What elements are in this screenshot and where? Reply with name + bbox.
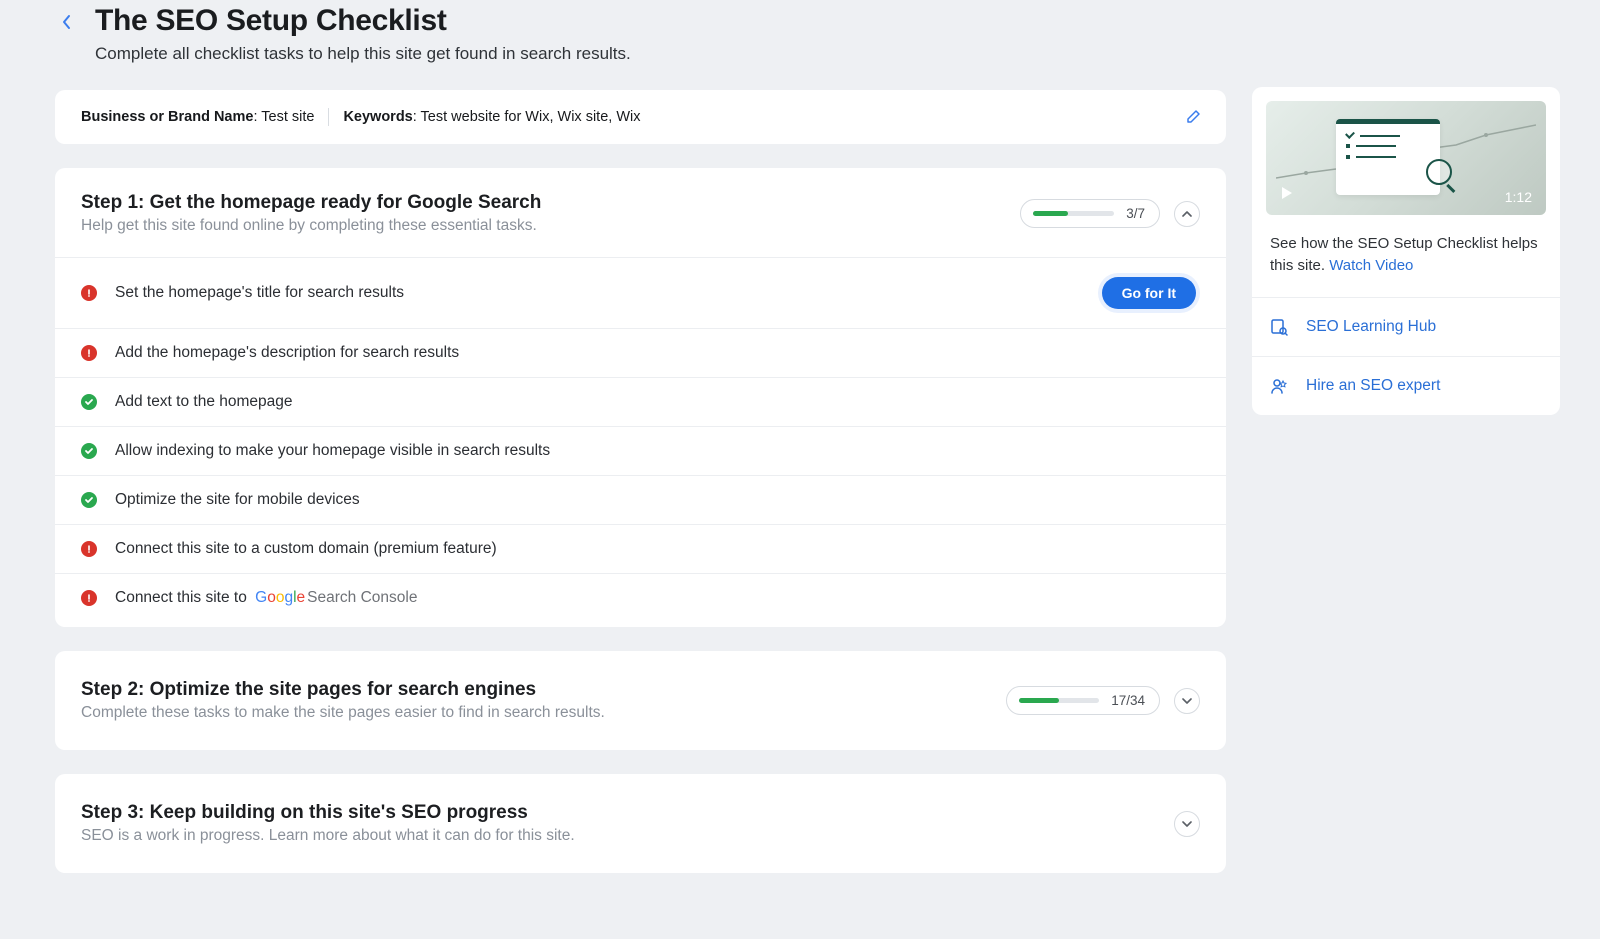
task-row[interactable]: Connect this site to a custom domain (pr… xyxy=(55,524,1226,573)
video-description: See how the SEO Setup Checklist helps th… xyxy=(1252,229,1560,297)
step-3-card: Step 3: Keep building on this site's SEO… xyxy=(55,774,1226,873)
step-3-header[interactable]: Step 3: Keep building on this site's SEO… xyxy=(55,774,1226,873)
meta-divider xyxy=(328,108,329,126)
site-meta-card: Business or Brand Name: Test site Keywor… xyxy=(55,90,1226,144)
task-label: Optimize the site for mobile devices xyxy=(115,491,1200,509)
business-name-label: Business or Brand Name xyxy=(81,109,253,125)
business-name: Business or Brand Name: Test site xyxy=(81,109,314,125)
chevron-left-icon xyxy=(61,14,73,30)
seo-learning-hub-link[interactable]: SEO Learning Hub xyxy=(1252,297,1560,356)
step-1-card: Step 1: Get the homepage ready for Googl… xyxy=(55,168,1226,627)
step-3-title: Step 3: Keep building on this site's SEO… xyxy=(81,802,575,824)
task-row[interactable]: Add the homepage's description for searc… xyxy=(55,328,1226,377)
video-thumbnail[interactable]: 1:12 xyxy=(1266,101,1546,215)
step-1-subtitle: Help get this site found online by compl… xyxy=(81,217,541,235)
task-row[interactable]: Add text to the homepage xyxy=(55,377,1226,426)
side-link-label: Hire an SEO expert xyxy=(1306,377,1440,395)
business-name-value: Test site xyxy=(261,109,314,125)
step-2-subtitle: Complete these tasks to make the site pa… xyxy=(81,704,605,722)
task-label: Add text to the homepage xyxy=(115,393,1200,411)
keywords: Keywords: Test website for Wix, Wix site… xyxy=(343,109,640,125)
back-button[interactable] xyxy=(55,10,79,34)
step-2-card: Step 2: Optimize the site pages for sear… xyxy=(55,651,1226,750)
step-1-header[interactable]: Step 1: Get the homepage ready for Googl… xyxy=(55,168,1226,257)
alert-icon xyxy=(81,541,97,557)
alert-icon xyxy=(81,590,97,606)
expert-icon xyxy=(1270,377,1288,395)
page-title: The SEO Setup Checklist xyxy=(95,4,631,38)
task-row[interactable]: Set the homepage's title for search resu… xyxy=(55,257,1226,328)
step-2-header[interactable]: Step 2: Optimize the site pages for sear… xyxy=(55,651,1226,750)
step-1-title: Step 1: Get the homepage ready for Googl… xyxy=(81,192,541,214)
task-label: Connect this site to a custom domain (pr… xyxy=(115,540,1200,558)
play-icon xyxy=(1278,185,1294,205)
step-3-expand-button[interactable] xyxy=(1174,811,1200,837)
side-link-label: SEO Learning Hub xyxy=(1306,318,1436,336)
pencil-icon xyxy=(1185,109,1201,125)
checklist-illustration xyxy=(1336,119,1440,195)
keywords-value: Test website for Wix, Wix site, Wix xyxy=(421,109,641,125)
check-icon xyxy=(81,443,97,459)
edit-meta-button[interactable] xyxy=(1182,106,1204,128)
chevron-up-icon xyxy=(1182,210,1192,218)
watch-video-link[interactable]: Watch Video xyxy=(1329,257,1413,274)
learning-hub-icon xyxy=(1270,318,1288,336)
task-label: Add the homepage's description for searc… xyxy=(115,344,1200,362)
step-1-progress-text: 3/7 xyxy=(1126,206,1145,221)
video-duration: 1:12 xyxy=(1505,189,1532,205)
google-search-console-text: Search Console xyxy=(307,589,417,607)
chevron-down-icon xyxy=(1182,697,1192,705)
alert-icon xyxy=(81,285,97,301)
step-2-title: Step 2: Optimize the site pages for sear… xyxy=(81,679,605,701)
task-label: Connect this site to Google Search Conso… xyxy=(115,589,1200,607)
step-2-progress-text: 17/34 xyxy=(1111,693,1145,708)
sidebar-card: 1:12 See how the SEO Setup Checklist hel… xyxy=(1252,87,1560,415)
google-logo: Google Search Console xyxy=(255,589,417,607)
step-2-progress: 17/34 xyxy=(1006,686,1160,715)
task-row[interactable]: Allow indexing to make your homepage vis… xyxy=(55,426,1226,475)
task-label-prefix: Connect this site to xyxy=(115,589,247,606)
alert-icon xyxy=(81,345,97,361)
check-icon xyxy=(81,492,97,508)
go-for-it-button[interactable]: Go for It xyxy=(1102,277,1196,309)
go-button-highlight: Go for It xyxy=(1098,273,1200,313)
step-1-collapse-button[interactable] xyxy=(1174,201,1200,227)
page-subtitle: Complete all checklist tasks to help thi… xyxy=(95,44,631,64)
task-row[interactable]: Connect this site to Google Search Conso… xyxy=(55,573,1226,627)
step-3-subtitle: SEO is a work in progress. Learn more ab… xyxy=(81,827,575,845)
task-row[interactable]: Optimize the site for mobile devices xyxy=(55,475,1226,524)
task-label: Set the homepage's title for search resu… xyxy=(115,284,1080,302)
keywords-label: Keywords xyxy=(343,109,412,125)
check-icon xyxy=(81,394,97,410)
step-1-progress: 3/7 xyxy=(1020,199,1160,228)
task-label: Allow indexing to make your homepage vis… xyxy=(115,442,1200,460)
magnifier-icon xyxy=(1426,159,1452,185)
chevron-down-icon xyxy=(1182,820,1192,828)
step-2-expand-button[interactable] xyxy=(1174,688,1200,714)
hire-seo-expert-link[interactable]: Hire an SEO expert xyxy=(1252,356,1560,415)
